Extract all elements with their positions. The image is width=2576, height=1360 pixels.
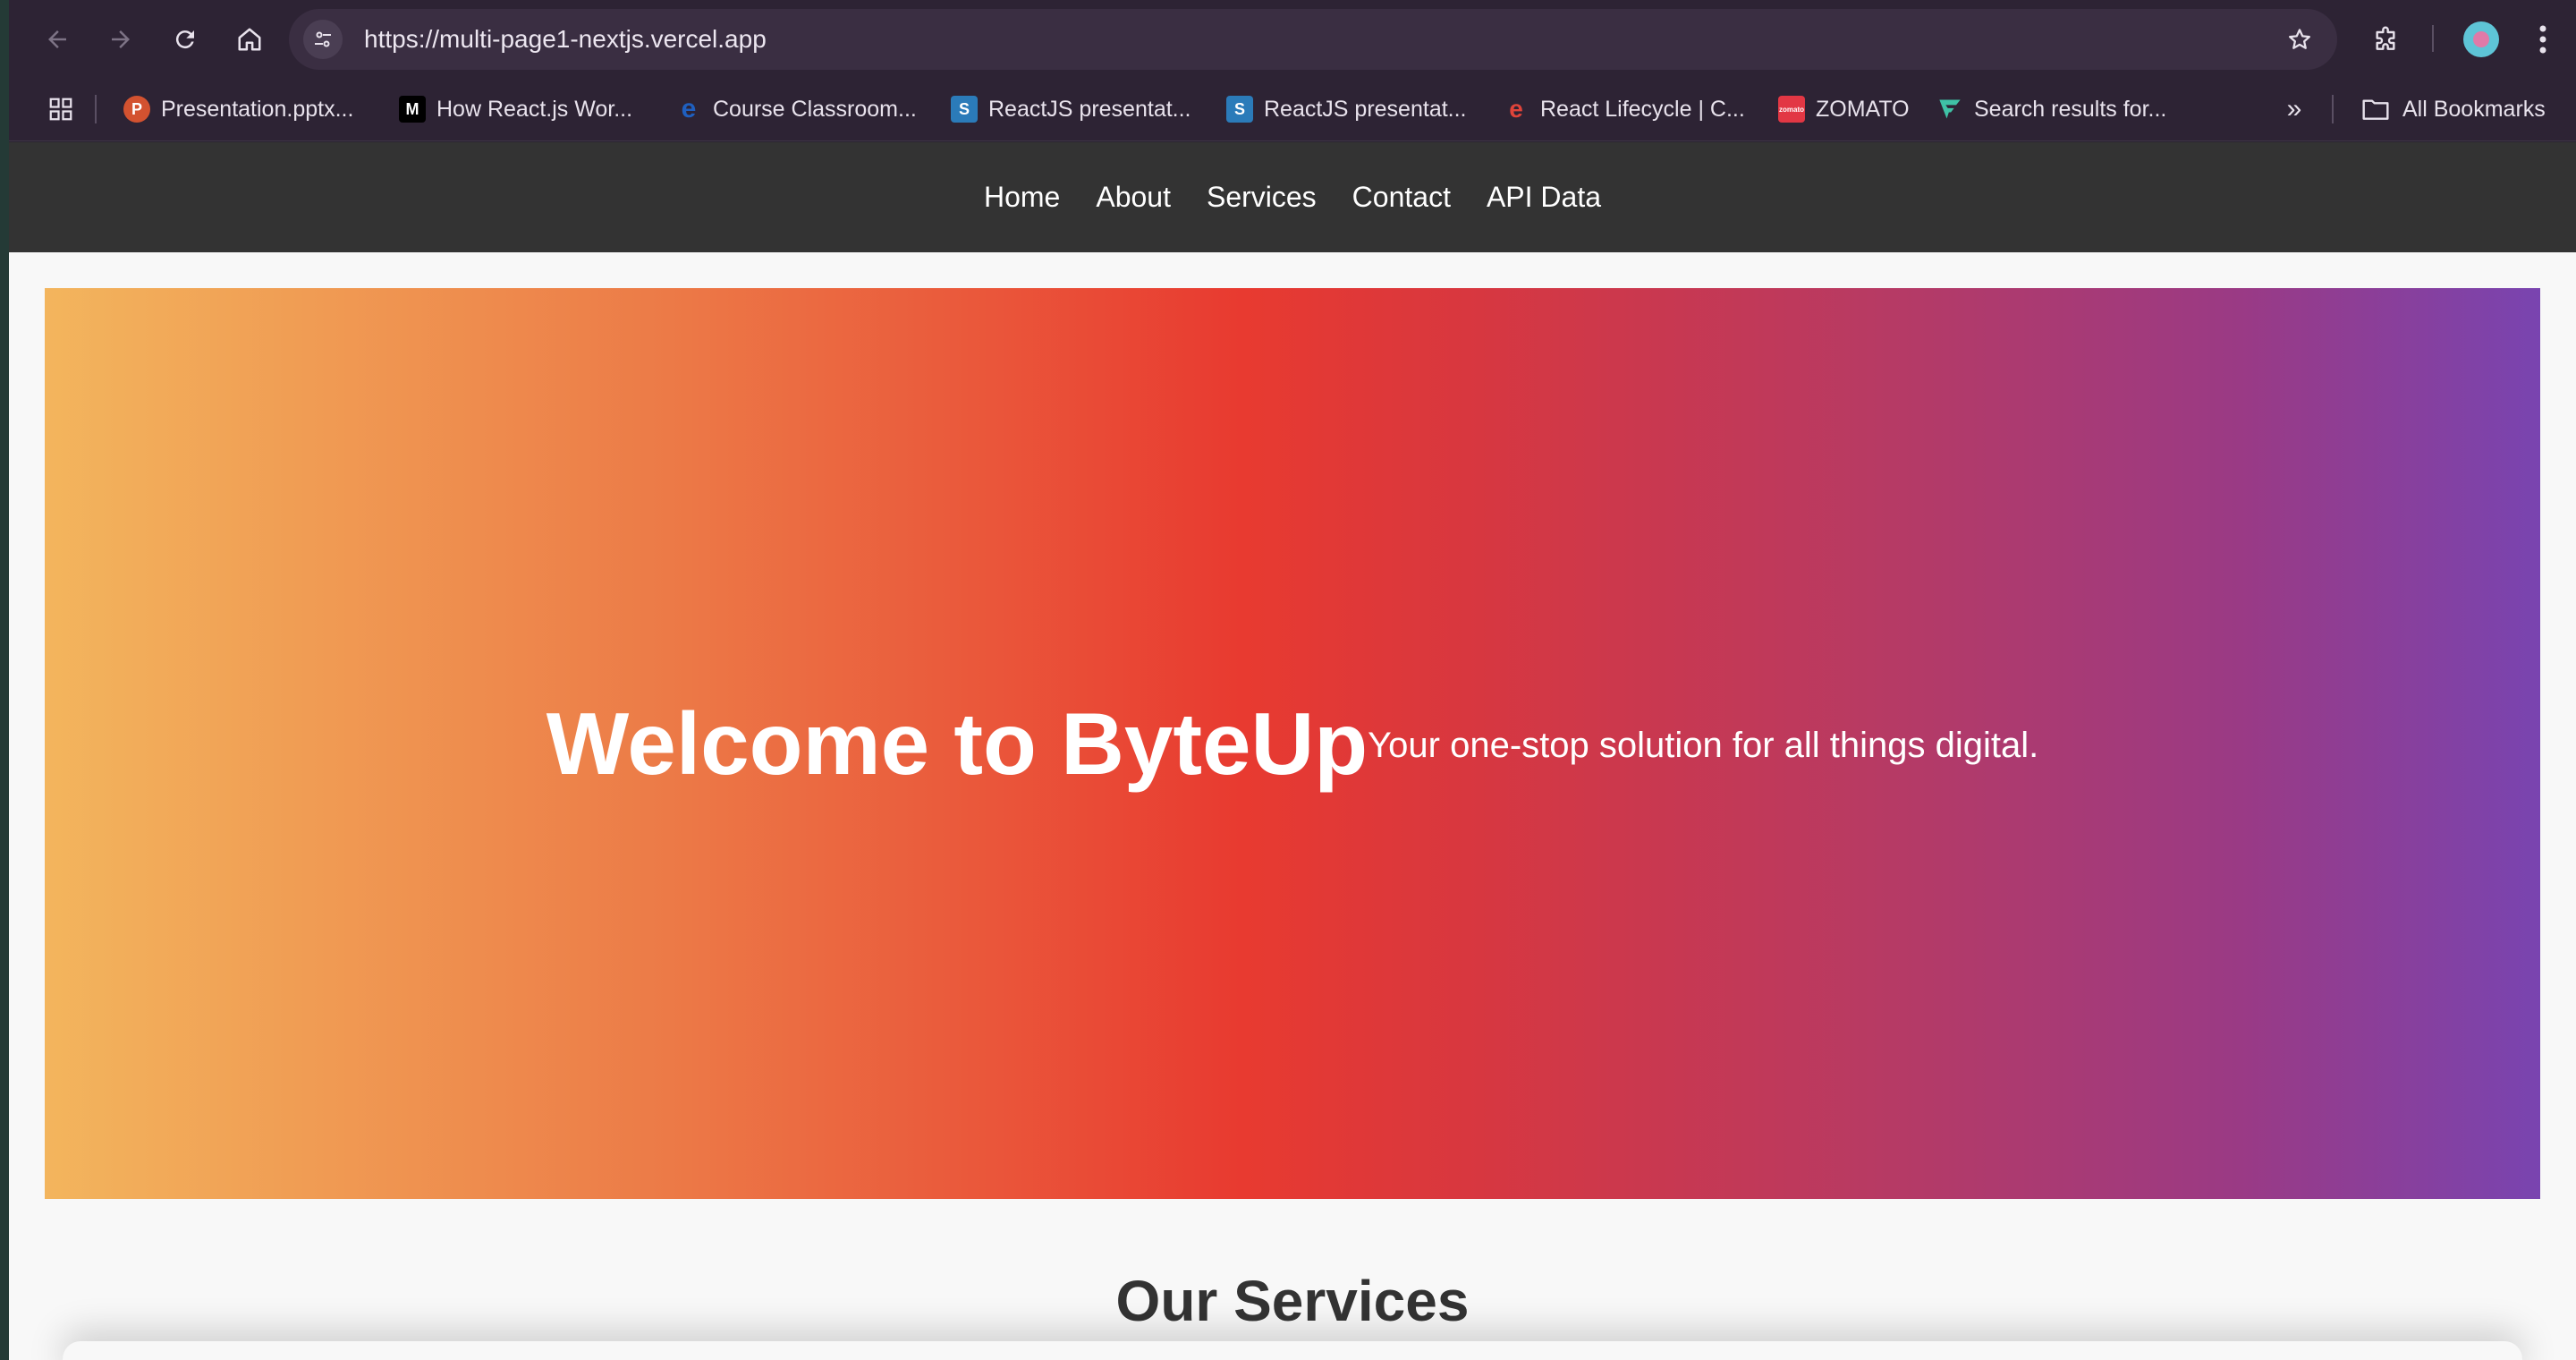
bookmark-star-button[interactable] bbox=[2282, 21, 2318, 57]
profile-avatar[interactable] bbox=[2463, 21, 2499, 57]
address-bar[interactable]: https://multi-page1-nextjs.vercel.app bbox=[289, 9, 2337, 70]
toolbar-divider bbox=[2432, 25, 2434, 52]
bookmark-label: React Lifecycle | C... bbox=[1540, 96, 1745, 122]
all-bookmarks-button[interactable]: All Bookmarks bbox=[2361, 91, 2546, 127]
back-arrow-icon bbox=[48, 30, 66, 48]
bookmark-item[interactable]: S ReactJS presentat... bbox=[1226, 91, 1467, 127]
forward-arrow-icon bbox=[112, 30, 130, 48]
star-icon bbox=[2289, 29, 2310, 49]
reload-icon bbox=[175, 30, 194, 49]
site-navbar: Home About Services Contact API Data bbox=[9, 142, 2576, 252]
bookmark-label: Course Classroom... bbox=[713, 96, 917, 122]
tune-icon bbox=[315, 31, 331, 47]
url-text[interactable]: https://multi-page1-nextjs.vercel.app bbox=[364, 25, 767, 54]
back-button[interactable] bbox=[38, 20, 77, 59]
site-info-button[interactable] bbox=[303, 20, 343, 59]
folder-icon bbox=[2362, 99, 2389, 120]
powerpoint-icon: P bbox=[123, 96, 150, 123]
nav-link-contact[interactable]: Contact bbox=[1352, 181, 1451, 214]
page-viewport: Home About Services Contact API Data Wel… bbox=[9, 142, 2576, 1360]
bookmark-item[interactable]: M How React.js Wor... bbox=[399, 91, 632, 127]
chevron-double-right-icon: » bbox=[2286, 94, 2302, 123]
home-icon bbox=[238, 28, 261, 51]
hero-title: Welcome to ByteUp bbox=[546, 693, 1368, 793]
forward-button[interactable] bbox=[101, 20, 140, 59]
browser-window: https://multi-page1-nextjs.vercel.app P … bbox=[9, 0, 2576, 1360]
extensions-button[interactable] bbox=[2366, 20, 2405, 59]
bookmarks-divider bbox=[95, 95, 97, 123]
bookmark-label: Search results for... bbox=[1974, 96, 2167, 122]
apps-button[interactable] bbox=[43, 91, 79, 127]
edureka-icon: e bbox=[681, 94, 697, 123]
slideshare-icon: S bbox=[1226, 96, 1253, 123]
services-heading: Our Services bbox=[1115, 1269, 1470, 1333]
slideshare-icon: S bbox=[951, 96, 978, 123]
nav-link-services[interactable]: Services bbox=[1207, 181, 1317, 214]
nav-link-about[interactable]: About bbox=[1096, 181, 1171, 214]
browser-menu-button[interactable] bbox=[2527, 20, 2559, 59]
bookmarks-divider bbox=[2332, 95, 2334, 123]
puzzle-icon bbox=[2376, 26, 2395, 50]
bookmark-item[interactable]: zomato ZOMATO bbox=[1778, 91, 1910, 127]
bookmark-label: ZOMATO bbox=[1816, 96, 1910, 122]
more-vertical-icon bbox=[2539, 25, 2546, 54]
bookmark-label: How React.js Wor... bbox=[436, 96, 633, 122]
avatar-image bbox=[2473, 31, 2489, 47]
window-edge bbox=[0, 0, 9, 1360]
zomato-icon: zomato bbox=[1778, 96, 1805, 123]
home-button[interactable] bbox=[230, 20, 269, 59]
nav-link-api-data[interactable]: API Data bbox=[1487, 181, 1601, 214]
bookmark-label: Presentation.pptx... bbox=[161, 96, 354, 122]
services-card-top bbox=[63, 1341, 2522, 1360]
bookmark-item[interactable]: P Presentation.pptx... bbox=[123, 91, 353, 127]
browser-toolbar: https://multi-page1-nextjs.vercel.app bbox=[9, 0, 2576, 79]
bookmarks-bar: P Presentation.pptx... M How React.js Wo… bbox=[9, 79, 2576, 141]
bookmark-label: ReactJS presentat... bbox=[1264, 96, 1467, 122]
more-bookmarks-button[interactable]: » bbox=[2276, 91, 2312, 127]
hero-subtitle: Your one-stop solution for all things di… bbox=[1368, 725, 2039, 765]
react-lifecycle-icon: e bbox=[1509, 95, 1523, 123]
bookmark-item[interactable]: e React Lifecycle | C... bbox=[1503, 91, 1745, 127]
all-bookmarks-label: All Bookmarks bbox=[2402, 96, 2546, 122]
bookmark-label: ReactJS presentat... bbox=[988, 96, 1191, 122]
nav-link-home[interactable]: Home bbox=[984, 181, 1060, 214]
medium-icon: M bbox=[399, 96, 426, 123]
search-results-icon bbox=[1936, 96, 1963, 123]
bookmark-item[interactable]: Search results for... bbox=[1936, 91, 2166, 127]
bookmark-item[interactable]: S ReactJS presentat... bbox=[951, 91, 1191, 127]
reload-button[interactable] bbox=[165, 20, 205, 59]
hero-banner: Welcome to ByteUp Your one-stop solution… bbox=[45, 288, 2540, 1199]
apps-grid-icon bbox=[49, 98, 72, 121]
bookmark-item[interactable]: e Course Classroom... bbox=[675, 91, 917, 127]
